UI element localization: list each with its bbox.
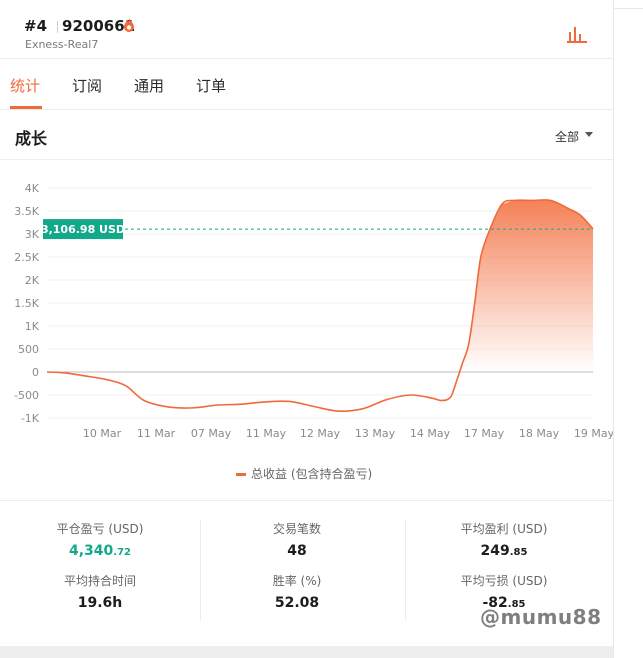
stat-item: 交易笔数 48 [197,520,397,559]
x-tick-label: 10 Mar [83,427,122,440]
tab-statistics[interactable]: 统计 [10,75,40,96]
stat-value: 52.08 [274,595,320,611]
tab-orders[interactable]: 订单 [196,75,226,96]
stat-value: 249.85 [480,543,528,559]
flame-icon [124,18,134,32]
x-tick-label: 14 May [410,427,451,440]
stat-item: 平均持合时间 19.6h [0,572,200,611]
stat-label: 平均持合时间 [63,574,136,588]
stat-label: 平仓盈亏 (USD) [56,522,144,536]
stat-value: 48 [287,543,307,559]
bar-chart-icon[interactable] [566,24,588,44]
tab-subscribe[interactable]: 订阅 [72,75,102,96]
stat-value: 19.6h [77,595,123,611]
stat-item: 平均盈利 (USD) 249.85 [404,520,604,559]
x-tick-label: 11 May [246,427,287,440]
tab-bar: 统计 订阅 通用 订单 [0,59,613,110]
stat-value-decimals: .72 [113,547,131,558]
chart-legend: 总收益 (包含持合盈亏) [236,465,372,482]
footer-bar [0,646,613,658]
stat-label: 平均盈利 (USD) [460,522,548,536]
y-tick-label: 3K [25,228,40,241]
x-tick-label: 07 May [191,427,232,440]
account-rank: #4 [24,17,48,35]
y-tick-label: 500 [18,343,39,356]
account-header: #4 9200661 Exness-Real7 [0,8,613,59]
stat-value: 4,340.72 [68,543,131,559]
y-tick-label: 1K [25,320,40,333]
y-tick-label: 4K [25,182,40,195]
watermark: @mumu88 [480,605,602,629]
account-title: #4 9200661 [24,17,135,35]
stat-value-decimals: .85 [509,547,528,558]
stat-label: 平均亏损 (USD) [460,574,548,588]
legend-label: 总收益 (包含持合盈亏) [251,467,373,481]
section-title: 成长 [15,129,48,148]
y-tick-label: -1K [21,412,40,425]
x-tick-label: 13 May [355,427,396,440]
stat-label: 胜率 (%) [272,574,322,588]
legend-swatch [236,473,246,476]
y-tick-label: 0 [32,366,39,379]
tab-general[interactable]: 通用 [134,75,164,96]
x-tick-label: 17 May [464,427,505,440]
series-area [47,200,594,372]
active-tab-indicator [10,106,42,109]
y-tick-label: 2.5K [14,251,39,264]
y-tick-label: 1.5K [14,297,39,310]
y-tick-label: 3.5K [14,205,39,218]
server-name: Exness-Real7 [25,38,99,51]
stat-item: 平仓盈亏 (USD) 4,340.72 [0,520,200,559]
title-separator [57,20,59,33]
current-value-label: 3,106.98 USD [41,223,125,236]
x-tick-label: 19 May [574,427,613,440]
account-panel: #4 9200661 Exness-Real7 统计 订阅 通用 订单 成长 全部… [0,0,614,658]
y-tick-label: 2K [25,274,40,287]
chevron-down-icon[interactable] [585,132,593,137]
x-tick-label: 12 May [300,427,341,440]
x-tick-label: 18 May [519,427,560,440]
stat-item: 胜率 (%) 52.08 [197,572,397,611]
stat-label: 交易笔数 [272,522,321,536]
growth-chart: 4K 3.5K 3K 2.5K 2K 1.5K 1K 500 0 -500 -1K 10 Mar 11 … [14,182,613,440]
period-filter[interactable]: 全部 [555,128,579,145]
growth-section-header: 成长 全部 [0,110,613,160]
x-tick-label: 11 Mar [137,427,176,440]
stats-divider [0,500,613,501]
y-tick-label: -500 [14,389,39,402]
